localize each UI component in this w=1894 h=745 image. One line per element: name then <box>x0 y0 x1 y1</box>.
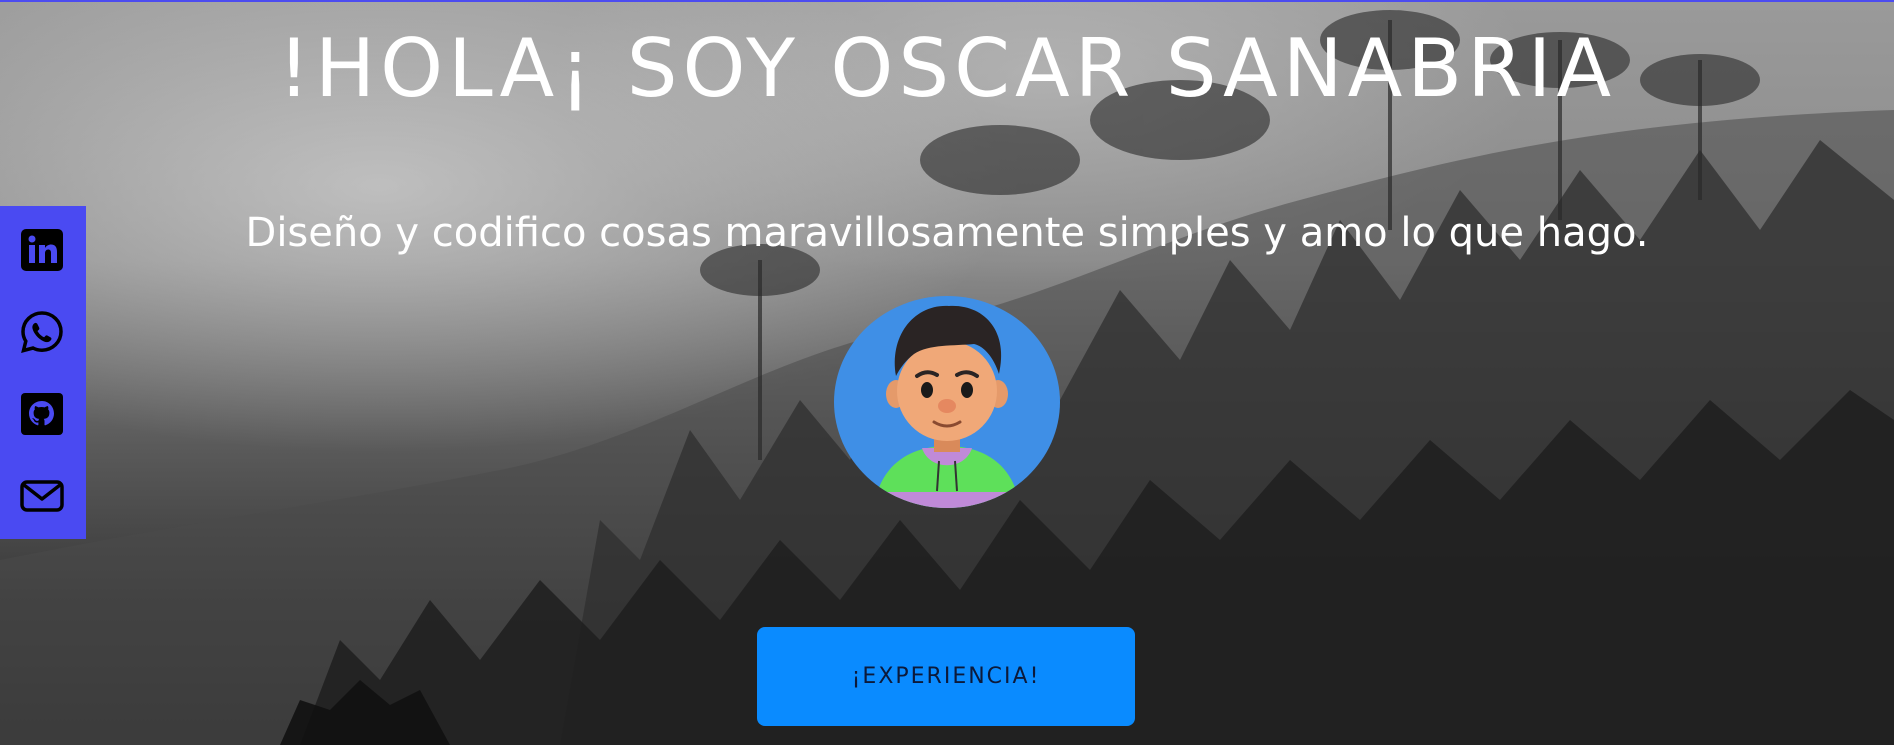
github-icon <box>21 393 63 435</box>
hero-section: !HOLA¡ SOY OSCAR SANABRIA Diseño y codif… <box>0 0 1894 745</box>
social-sidebar <box>0 206 86 539</box>
avatar-illustration <box>874 305 1020 508</box>
email-link[interactable] <box>20 474 64 518</box>
experience-button[interactable]: ¡EXPERIENCIA! <box>757 627 1135 726</box>
mail-icon <box>20 480 64 512</box>
whatsapp-link[interactable] <box>20 310 64 354</box>
linkedin-icon <box>21 229 63 271</box>
whatsapp-icon <box>21 311 63 353</box>
page-subtitle: Diseño y codifico cosas maravillosamente… <box>245 210 1649 256</box>
linkedin-link[interactable] <box>20 228 64 272</box>
page-title: !HOLA¡ SOY OSCAR SANABRIA <box>277 22 1617 115</box>
avatar <box>834 296 1060 508</box>
github-link[interactable] <box>20 392 64 436</box>
